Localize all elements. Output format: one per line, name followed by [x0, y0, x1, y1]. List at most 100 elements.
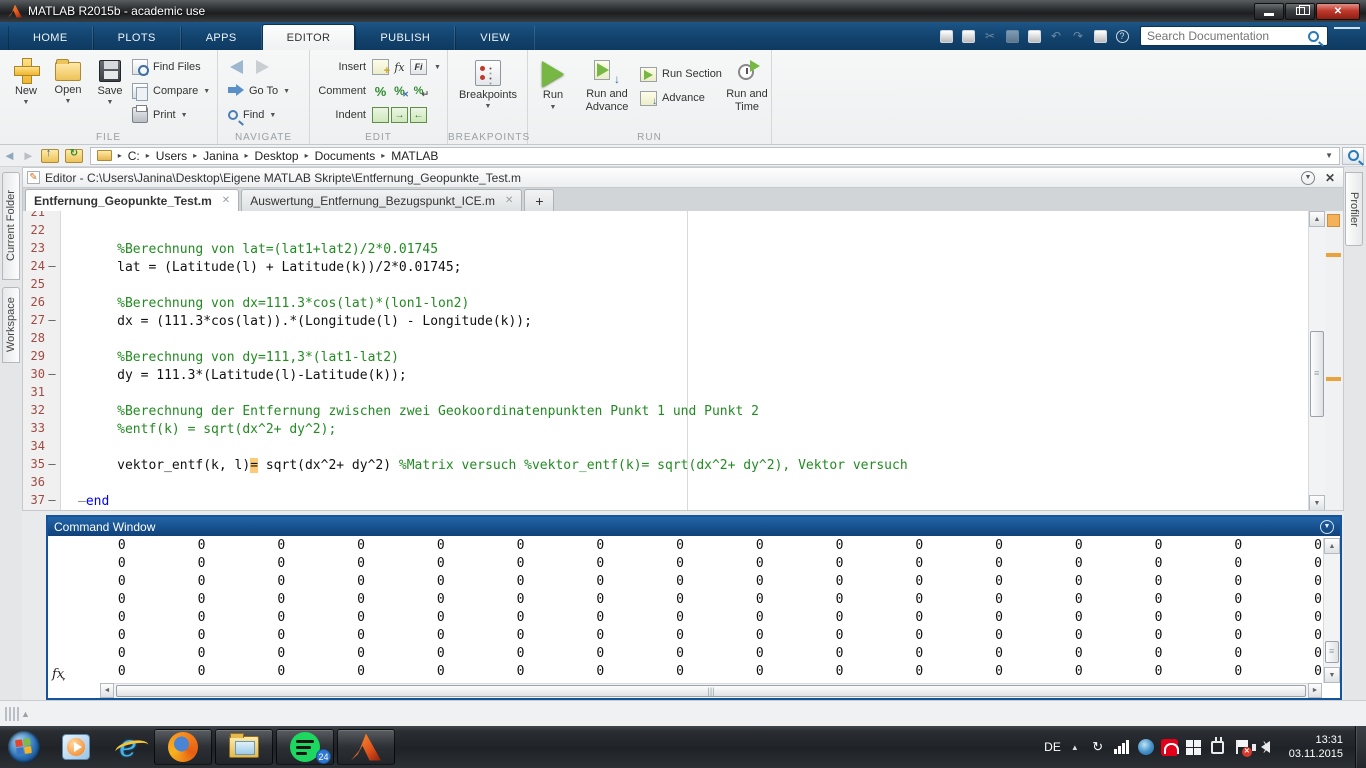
- breadcrumb[interactable]: ▸ C: ▸ Users ▸ Janina ▸ Desktop ▸ Docume…: [90, 147, 1340, 165]
- show-desktop-button[interactable]: [1355, 726, 1366, 768]
- gutter-row[interactable]: 34: [23, 439, 60, 457]
- code-line[interactable]: %Berechnung von dx=111.3*cos(lat)*(lon1-…: [62, 295, 1296, 313]
- find-files-button[interactable]: Find Files: [132, 55, 210, 79]
- tab-editor[interactable]: EDITOR: [262, 24, 356, 50]
- taskbar-explorer-button[interactable]: [215, 729, 273, 765]
- code-line[interactable]: %Berechnung der Entfernung zwischen zwei…: [62, 403, 1296, 421]
- browse-folder-icon[interactable]: [65, 149, 83, 163]
- scrollbar-thumb[interactable]: [1325, 641, 1339, 663]
- network-globe-icon[interactable]: [1137, 738, 1155, 756]
- gutter-row[interactable]: 33: [23, 421, 60, 439]
- up-one-level-icon[interactable]: [41, 149, 59, 163]
- gutter-row[interactable]: 28: [23, 331, 60, 349]
- crumb-users[interactable]: Users: [152, 149, 191, 163]
- code-line[interactable]: [62, 223, 1296, 241]
- avira-antivirus-icon[interactable]: [1161, 738, 1179, 756]
- scrollbar-thumb[interactable]: [116, 685, 1306, 697]
- crumb-documents[interactable]: Documents: [311, 149, 380, 163]
- search-icon[interactable]: [1308, 31, 1319, 42]
- wrap-comments-icon[interactable]: %: [410, 83, 427, 99]
- scroll-right-icon[interactable]: ►: [1308, 683, 1322, 698]
- code-line[interactable]: lat = (Latitude(l) + Latitude(k))/2*0.01…: [62, 259, 1296, 277]
- uncomment-icon[interactable]: %: [391, 83, 408, 99]
- gutter-row[interactable]: 36: [23, 475, 60, 493]
- sidebar-tab-workspace[interactable]: Workspace: [2, 287, 20, 363]
- insert-figure-icon[interactable]: Fi: [410, 59, 427, 75]
- command-window-horizontal-scrollbar[interactable]: ◄ ►: [100, 683, 1322, 698]
- command-window-menu-icon[interactable]: ▼: [1320, 520, 1334, 534]
- help-icon[interactable]: ?: [1112, 27, 1132, 45]
- document-tab-entfernung[interactable]: Entfernung_Geopunkte_Test.m ✕: [25, 189, 239, 211]
- code-line[interactable]: %Berechnung von lat=(lat1+lat2)/2*0.0174…: [62, 241, 1296, 259]
- paste-icon[interactable]: [1024, 27, 1044, 45]
- insert-function-icon[interactable]: fx: [391, 59, 408, 75]
- taskbar-clock[interactable]: 13:31 03.11.2015: [1289, 733, 1343, 761]
- code-line[interactable]: –end: [62, 493, 1296, 511]
- redo-icon[interactable]: ↷: [1068, 27, 1088, 45]
- scroll-up-icon[interactable]: ▲: [1309, 211, 1325, 227]
- sidebar-tab-profiler[interactable]: Profiler: [1345, 172, 1363, 246]
- function-hints-icon[interactable]: fx: [52, 667, 67, 682]
- gutter-row[interactable]: 26: [23, 295, 60, 313]
- open-button[interactable]: Open ▼: [48, 54, 88, 128]
- warning-tick-icon[interactable]: [1326, 377, 1341, 381]
- cut-icon[interactable]: ✂: [980, 27, 1000, 45]
- gutter-row[interactable]: 29: [23, 349, 60, 367]
- document-tab-auswertung[interactable]: Auswertung_Entfernung_Bezugspunkt_ICE.m …: [241, 189, 522, 211]
- taskbar-firefox-button[interactable]: [154, 729, 212, 765]
- gutter-row[interactable]: 25: [23, 277, 60, 295]
- action-center-flag-icon[interactable]: ✕: [1233, 738, 1251, 756]
- tab-home[interactable]: HOME: [8, 26, 93, 50]
- save-icon[interactable]: [958, 27, 978, 45]
- history-forward-icon[interactable]: ►: [22, 148, 35, 163]
- print-button[interactable]: Print ▼: [132, 103, 210, 127]
- breakpoints-button[interactable]: Breakpoints ▼: [453, 54, 523, 128]
- tab-publish[interactable]: PUBLISH: [355, 26, 455, 50]
- taskbar-media-player-icon[interactable]: [59, 730, 93, 764]
- crumb-matlab[interactable]: MATLAB: [387, 149, 442, 163]
- search-documentation-input[interactable]: [1141, 29, 1308, 43]
- code-line[interactable]: [62, 277, 1296, 295]
- scrollbar-thumb[interactable]: [1310, 331, 1324, 417]
- editor-vertical-scrollbar[interactable]: ▲ ▼: [1308, 211, 1325, 511]
- goto-button[interactable]: Go To ▼: [228, 79, 290, 103]
- code-line[interactable]: [62, 211, 1296, 223]
- code-line[interactable]: %Berechnung von dy=111,3*(lat1-lat2): [62, 349, 1296, 367]
- gutter-row[interactable]: 21: [23, 211, 60, 223]
- advance-button[interactable]: Advance: [640, 86, 722, 110]
- gutter-row[interactable]: 24–: [23, 259, 60, 277]
- scroll-down-icon[interactable]: ▼: [1324, 667, 1340, 683]
- close-tab-icon[interactable]: ✕: [222, 195, 230, 206]
- windows-update-icon[interactable]: [1185, 738, 1203, 756]
- close-tab-icon[interactable]: ✕: [505, 195, 513, 206]
- command-window[interactable]: Command Window ▼ 00000000000000000000000…: [46, 515, 1342, 700]
- editor-code-lines[interactable]: %Berechnung von lat=(lat1+lat2)/2*0.0174…: [62, 211, 1296, 511]
- comment-icon[interactable]: %: [372, 83, 389, 99]
- save-button[interactable]: Save ▼: [90, 54, 130, 128]
- scroll-down-icon[interactable]: ▼: [1309, 495, 1325, 511]
- sync-tray-icon[interactable]: ↻: [1089, 738, 1107, 756]
- tab-apps[interactable]: APPS: [181, 26, 262, 50]
- indent-left-icon[interactable]: [410, 107, 427, 123]
- crumb-drive[interactable]: C:: [124, 149, 144, 163]
- breadcrumb-dropdown-icon[interactable]: ▼: [1325, 151, 1339, 160]
- crumb-janina[interactable]: Janina: [199, 149, 242, 163]
- gutter-row[interactable]: 23: [23, 241, 60, 259]
- command-window-vertical-scrollbar[interactable]: ▲ ▼: [1323, 538, 1340, 683]
- back-arrow-icon[interactable]: [228, 59, 250, 75]
- power-plug-icon[interactable]: [1209, 738, 1227, 756]
- sidebar-tab-current-folder[interactable]: Current Folder: [2, 172, 20, 280]
- new-button[interactable]: New ▼: [6, 54, 46, 128]
- code-line[interactable]: [62, 331, 1296, 349]
- start-button[interactable]: [8, 731, 40, 763]
- run-and-advance-button[interactable]: ↓ Run and Advance: [578, 54, 636, 128]
- taskbar-spotify-button[interactable]: 24: [276, 729, 334, 765]
- copy-icon[interactable]: [1002, 27, 1022, 45]
- code-line[interactable]: dy = 111.3*(Latitude(l)-Latitude(k));: [62, 367, 1296, 385]
- crumb-desktop[interactable]: Desktop: [251, 149, 303, 163]
- run-button[interactable]: Run ▼: [536, 54, 570, 128]
- insert-section-icon[interactable]: [372, 59, 389, 75]
- code-line[interactable]: [62, 475, 1296, 493]
- warning-indicator-icon[interactable]: [1327, 214, 1340, 227]
- minimize-button[interactable]: [1254, 3, 1284, 20]
